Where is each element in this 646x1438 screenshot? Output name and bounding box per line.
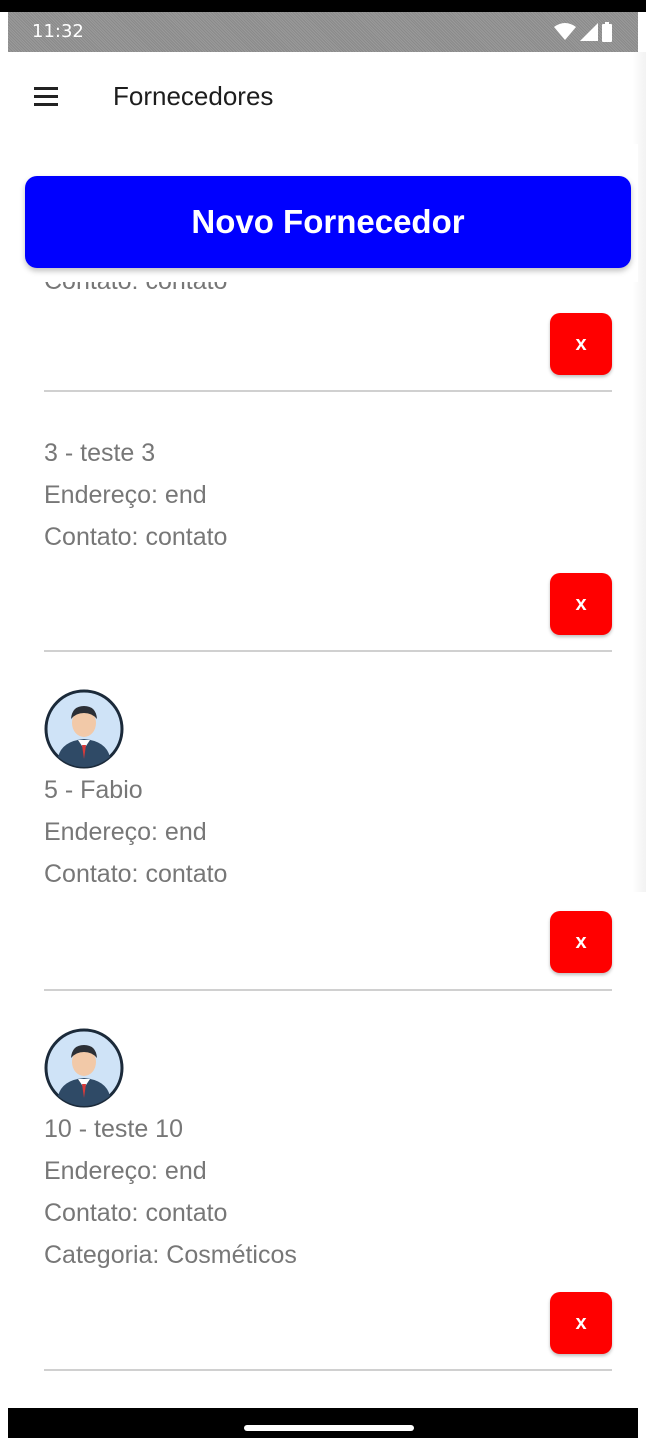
supplier-address: Endereço: end xyxy=(44,818,207,846)
battery-icon xyxy=(602,22,612,42)
app-bar: Fornecedores xyxy=(8,52,638,144)
avatar-icon xyxy=(44,1028,124,1108)
supplier-title: 5 - Fabio xyxy=(44,776,143,804)
list-item: 3 - teste 3 Endereço: end Contato: conta… xyxy=(44,432,612,558)
list-item: 5 - Fabio Endereço: end Contato: contato xyxy=(44,689,612,895)
supplier-title: 10 - teste 10 xyxy=(44,1115,183,1143)
supplier-contact: Contato: contato xyxy=(44,282,612,302)
supplier-contact: Contato: contato xyxy=(44,1199,228,1227)
divider xyxy=(44,390,612,392)
top-strip xyxy=(0,0,646,12)
status-icons xyxy=(554,22,612,42)
delete-button[interactable]: x xyxy=(550,573,612,635)
divider xyxy=(44,989,612,991)
wifi-icon xyxy=(554,23,576,40)
delete-button[interactable]: x xyxy=(550,313,612,375)
navigation-bar xyxy=(8,1408,638,1438)
avatar-icon xyxy=(44,689,124,769)
supplier-address: Endereço: end xyxy=(44,481,207,509)
supplier-contact: Contato: contato xyxy=(44,860,228,888)
home-indicator[interactable] xyxy=(244,1425,414,1431)
supplier-address: Endereço: end xyxy=(44,1157,207,1185)
supplier-category: Categoria: Cosméticos xyxy=(44,1241,297,1269)
new-supplier-button[interactable]: Novo Fornecedor xyxy=(25,176,631,268)
divider xyxy=(44,650,612,652)
menu-icon[interactable] xyxy=(26,76,68,118)
supplier-title: 3 - teste 3 xyxy=(44,439,156,467)
status-time: 11:32 xyxy=(32,21,84,42)
status-bar: 11:32 xyxy=(8,12,638,52)
signal-icon xyxy=(580,23,598,41)
supplier-list[interactable]: Contato: contato x 3 - teste 3 Endereço:… xyxy=(8,282,638,1408)
divider xyxy=(44,1369,612,1371)
delete-button[interactable]: x xyxy=(550,1292,612,1354)
list-item: Contato: contato xyxy=(44,282,612,302)
delete-button[interactable]: x xyxy=(550,911,612,973)
nav-edge xyxy=(0,1408,8,1438)
app-screen: 11:32 Fornecedores Contato: contato x xyxy=(0,0,646,1438)
page-title: Fornecedores xyxy=(113,81,274,111)
list-item: 10 - teste 10 Endereço: end Contato: con… xyxy=(44,1028,612,1276)
supplier-contact: Contato: contato xyxy=(44,523,228,551)
